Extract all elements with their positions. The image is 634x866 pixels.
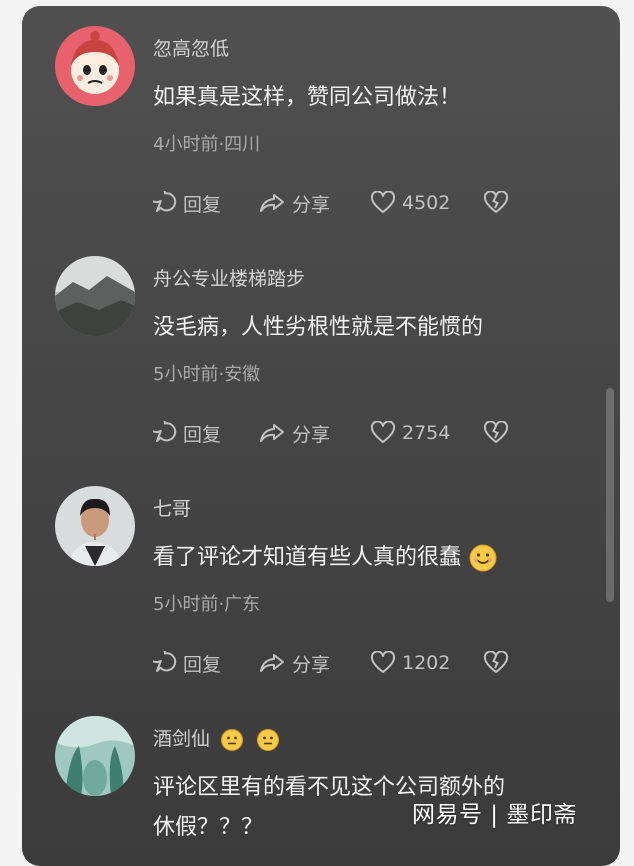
action-bar: 回复 分享 4502 (153, 188, 509, 218)
share-button[interactable]: 分享 (258, 420, 370, 447)
share-label: 分享 (292, 423, 331, 446)
like-count: 2754 (402, 422, 451, 444)
reply-label: 回复 (183, 423, 222, 446)
reply-label: 回复 (183, 193, 222, 216)
username[interactable]: 忽高忽低 (153, 34, 229, 61)
dislike-button[interactable] (483, 651, 509, 675)
action-bar: 回复 分享 2754 (153, 418, 509, 448)
avatar[interactable] (55, 26, 135, 106)
share-label: 分享 (292, 193, 331, 216)
dislike-button[interactable] (483, 421, 509, 445)
username[interactable]: 舟公专业楼梯踏步 (153, 264, 305, 291)
like-count: 1202 (402, 652, 451, 674)
share-label: 分享 (292, 653, 331, 676)
comment-text: 如果真是这样，赞同公司做法！ (153, 85, 462, 110)
heart-icon (370, 651, 396, 673)
action-bar: 回复 分享 1202 (153, 648, 509, 678)
heart-icon (370, 191, 396, 213)
broken-heart-icon (483, 651, 509, 673)
scrollbar[interactable] (606, 388, 614, 602)
comment-text: 没毛病，人性劣根性就是不能惯的 (153, 315, 484, 340)
comment-bubble-icon (153, 421, 177, 442)
share-arrow-icon (260, 194, 284, 212)
broken-heart-icon (483, 421, 509, 443)
watermark: 网易号 | 墨印斋 (412, 802, 577, 828)
reply-label: 回复 (183, 653, 222, 676)
dislike-button[interactable] (483, 191, 509, 215)
avatar[interactable] (55, 716, 135, 796)
username: 酒剑仙 (153, 724, 280, 752)
reply-button[interactable]: 回复 (153, 420, 258, 447)
share-button[interactable]: 分享 (258, 650, 370, 677)
avatar[interactable] (55, 256, 135, 336)
username[interactable]: 七哥 (153, 494, 191, 521)
like-button[interactable]: 1202 (370, 651, 483, 675)
heart-icon (370, 421, 396, 443)
broken-heart-icon (483, 191, 509, 213)
comment-text-content: 看了评论才知道有些人真的很蠢 (153, 545, 462, 570)
like-button[interactable]: 4502 (370, 191, 483, 215)
neutral-emoji-icon (221, 728, 244, 751)
share-button[interactable]: 分享 (258, 190, 370, 217)
comment-text: 看了评论才知道有些人真的很蠢 (153, 542, 498, 574)
neutral-emoji-icon (257, 728, 280, 751)
username-text[interactable]: 酒剑仙 (153, 728, 210, 750)
comment-meta: 5小时前·安徽 (153, 364, 261, 385)
comment-text-line2: 休假？？？ (153, 815, 264, 840)
like-button[interactable]: 2754 (370, 421, 483, 445)
reply-button[interactable]: 回复 (153, 650, 258, 677)
avatar[interactable] (55, 486, 135, 566)
comment-meta: 4小时前·四川 (153, 134, 261, 155)
comment-bubble-icon (153, 191, 177, 212)
share-arrow-icon (260, 424, 284, 442)
reply-button[interactable]: 回复 (153, 190, 258, 217)
comment-panel: 忽高忽低 如果真是这样，赞同公司做法！ 4小时前·四川 回复 分享 4502 舟… (22, 6, 620, 866)
share-arrow-icon (260, 654, 284, 672)
comment-meta: 5小时前·广东 (153, 594, 261, 615)
like-count: 4502 (402, 192, 451, 214)
smiling-emoji-icon (469, 544, 497, 572)
comment-bubble-icon (153, 651, 177, 672)
